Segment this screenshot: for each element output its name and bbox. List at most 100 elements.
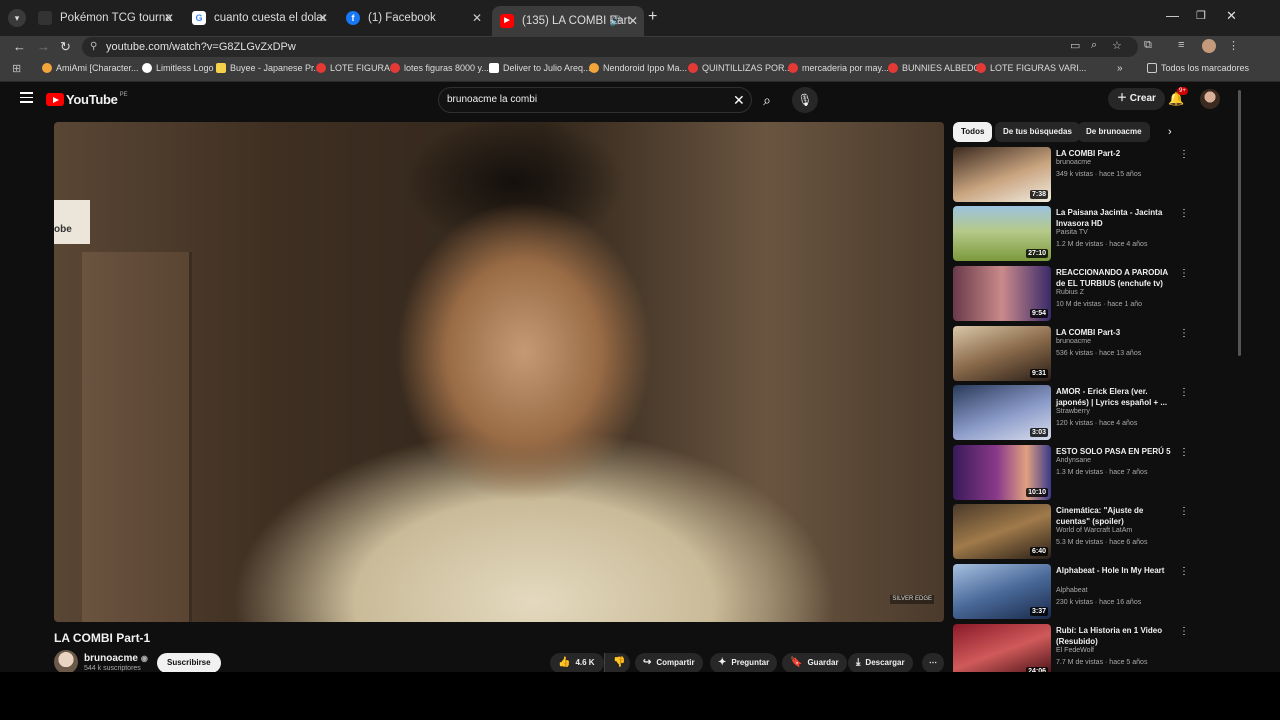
recommendation-channel[interactable]: World of Warcraft LatAm xyxy=(1056,527,1132,534)
recommendation-channel[interactable]: brunoacme xyxy=(1056,338,1091,345)
recommendation-channel[interactable]: Strawberry xyxy=(1056,408,1090,415)
apps-grid-icon[interactable]: ⊞ xyxy=(12,62,21,75)
bookmark-item[interactable]: LOTE FIGURAS VARI... xyxy=(976,63,1086,73)
restore-icon[interactable]: ❐ xyxy=(1196,9,1206,22)
browser-profile-avatar[interactable] xyxy=(1202,39,1216,53)
recommendation-title[interactable]: ESTO SOLO PASA EN PERÚ 5 xyxy=(1056,446,1176,457)
new-tab-button[interactable]: + xyxy=(648,8,657,26)
bookmark-item[interactable]: QUINTILLIZAS POR... xyxy=(688,63,792,73)
close-window-icon[interactable]: ✕ xyxy=(1226,8,1237,24)
recommendation-channel[interactable]: brunoacme xyxy=(1056,159,1091,166)
tab-search-button[interactable]: ▾ xyxy=(8,9,26,27)
hamburger-menu-icon[interactable] xyxy=(20,92,33,106)
chip-todos[interactable]: Todos xyxy=(953,122,993,142)
all-bookmarks-folder[interactable]: Todos los marcadores xyxy=(1147,63,1249,73)
recommendation-title[interactable]: REACCIONANDO A PARODIA de EL TURBIUS (en… xyxy=(1056,267,1176,289)
site-info-icon[interactable]: ⚲ xyxy=(90,37,97,57)
recommendation-channel[interactable]: Paisita TV xyxy=(1056,229,1088,236)
reload-icon[interactable]: ↻ xyxy=(60,39,71,55)
recommendation-item[interactable]: 9:54 REACCIONANDO A PARODIA de EL TURBIUS… xyxy=(953,266,1193,322)
recommendation-item[interactable]: 3:37 Alphabeat - Hole In My Heart Alphabea… xyxy=(953,564,1193,620)
save-button[interactable]: 🔖 Guardar xyxy=(782,653,847,672)
more-bookmarks-icon[interactable]: » xyxy=(1117,63,1123,74)
download-button[interactable]: ⤓ Descargar xyxy=(848,653,913,672)
clear-search-icon[interactable]: ✕ xyxy=(733,92,745,109)
media-controls-icon[interactable]: ≡ xyxy=(1178,39,1184,51)
recommendation-title[interactable]: Alphabeat - Hole In My Heart xyxy=(1056,565,1176,576)
more-vertical-icon[interactable]: ⋮ xyxy=(1179,328,1189,339)
close-tab-icon[interactable]: ✕ xyxy=(628,14,638,28)
tab-pokemon[interactable]: Pokémon TCG tournament resu ✕ xyxy=(30,6,180,30)
recommendation-title[interactable]: LA COMBI Part-3 xyxy=(1056,327,1176,338)
video-thumbnail[interactable]: 7:38 xyxy=(953,147,1051,202)
bookmark-item[interactable]: lotes figuras 8000 y... xyxy=(390,63,489,73)
search-button[interactable]: ⌕ xyxy=(754,87,780,113)
more-vertical-icon[interactable]: ⋮ xyxy=(1179,506,1189,517)
tab-youtube-active[interactable]: ▶ (135) LA COMBI Part-1 - Yo 🔊 ✕ xyxy=(492,6,644,36)
close-tab-icon[interactable]: ✕ xyxy=(472,11,482,25)
recommendation-channel[interactable]: Rubius Z xyxy=(1056,289,1084,296)
chevron-right-icon[interactable]: › xyxy=(1168,126,1172,138)
bookmark-item[interactable]: Buyee - Japanese Pr... xyxy=(216,63,321,73)
more-vertical-icon[interactable]: ⋮ xyxy=(1179,447,1189,458)
address-bar[interactable]: ⚲ youtube.com/watch?v=G8ZLGvZxDPw xyxy=(82,37,1138,57)
dislike-button[interactable]: 👎 xyxy=(604,653,630,672)
share-button[interactable]: ↪ Compartir xyxy=(635,653,703,672)
recommendation-title[interactable]: La Paisana Jacinta - Jacinta Invasora HD xyxy=(1056,207,1176,229)
page-scrollbar[interactable] xyxy=(1238,90,1241,356)
chip-de-tus-busquedas[interactable]: De tus búsquedas xyxy=(995,122,1080,142)
more-vertical-icon[interactable]: ⋮ xyxy=(1179,566,1189,577)
account-avatar[interactable] xyxy=(1200,89,1220,109)
recommendation-title[interactable]: LA COMBI Part-2 xyxy=(1056,148,1176,159)
recommendation-channel[interactable]: Alphabeat xyxy=(1056,587,1088,594)
cast-icon[interactable]: ▭ xyxy=(1070,39,1080,52)
recommendation-item[interactable]: 10:10 ESTO SOLO PASA EN PERÚ 5 Andynsane 1.… xyxy=(953,445,1193,501)
close-tab-icon[interactable]: ✕ xyxy=(164,11,174,25)
more-vertical-icon[interactable]: ⋮ xyxy=(1179,208,1189,219)
bookmark-item[interactable]: LOTE FIGURAS xyxy=(316,63,396,73)
video-thumbnail[interactable]: 9:31 xyxy=(953,326,1051,381)
chip-de-brunoacme[interactable]: De brunoacme xyxy=(1078,122,1150,142)
recommendation-title[interactable]: AMOR - Erick Elera (ver. japonés) | Lyri… xyxy=(1056,386,1176,408)
bookmark-item[interactable]: Nendoroid Ippo Ma... xyxy=(589,63,687,73)
video-thumbnail[interactable]: 9:54 xyxy=(953,266,1051,321)
bookmark-item[interactable]: Deliver to Julio Areq... xyxy=(489,63,591,73)
channel-avatar[interactable] xyxy=(54,650,78,672)
recommendation-item[interactable]: 9:31 LA COMBI Part-3 brunoacme 536 k vistas… xyxy=(953,326,1193,382)
video-player[interactable]: obe SILVER EDGE xyxy=(54,122,944,622)
recommendation-title[interactable]: Cinemática: "Ajuste de cuentas" (spoiler… xyxy=(1056,505,1176,527)
close-tab-icon[interactable]: ✕ xyxy=(318,11,328,25)
channel-name[interactable]: brunoacme ◉ xyxy=(84,653,148,664)
bookmark-item[interactable]: Limitless Logo xyxy=(142,63,214,73)
more-vertical-icon[interactable]: ⋮ xyxy=(1179,149,1189,160)
tab-dolar[interactable]: G cuanto cuesta el dolar hoy - Bu ✕ xyxy=(184,6,334,30)
like-button[interactable]: 👍 4.6 K xyxy=(550,653,604,672)
recommendation-item[interactable]: 3:03 AMOR - Erick Elera (ver. japonés) | … xyxy=(953,385,1193,441)
recommendation-title[interactable]: Rubí: La Historia en 1 Video (Resubido) xyxy=(1056,625,1176,647)
search-input[interactable] xyxy=(447,94,727,105)
recommendation-channel[interactable]: El FedeWolf xyxy=(1056,647,1094,654)
notifications-button[interactable]: 🔔 9+ xyxy=(1168,87,1188,107)
youtube-logo[interactable]: YouTube PE xyxy=(46,92,128,107)
bookmark-item[interactable]: BUNNIES ALBEDO xyxy=(888,63,981,73)
video-thumbnail[interactable]: 27:10 xyxy=(953,206,1051,261)
recommendation-item[interactable]: 7:38 LA COMBI Part-2 brunoacme 349 k vistas… xyxy=(953,147,1193,203)
recommendation-channel[interactable]: Andynsane xyxy=(1056,457,1091,464)
subscribe-button[interactable]: Suscribirse xyxy=(157,653,221,672)
back-arrow-icon[interactable]: ← xyxy=(13,39,26,54)
recommendation-item[interactable]: 24:06 Rubí: La Historia en 1 Video (Resub… xyxy=(953,624,1193,672)
voice-search-button[interactable]: 🎙 xyxy=(792,87,818,113)
browser-menu-icon[interactable]: ⋮ xyxy=(1228,39,1239,52)
create-button[interactable]: ＋ Crear xyxy=(1108,88,1165,110)
bookmark-star-icon[interactable]: ☆ xyxy=(1112,39,1122,52)
minimize-icon[interactable]: — xyxy=(1166,8,1179,23)
zoom-icon[interactable]: ⌕ xyxy=(1091,39,1097,52)
bookmark-item[interactable]: mercaderia por may... xyxy=(788,63,889,73)
ask-button[interactable]: ✦ Preguntar xyxy=(710,653,778,672)
recommendation-item[interactable]: 6:40 Cinemática: "Ajuste de cuentas" (spo… xyxy=(953,504,1193,560)
more-vertical-icon[interactable]: ⋮ xyxy=(1179,387,1189,398)
more-vertical-icon[interactable]: ⋮ xyxy=(1179,626,1189,637)
forward-arrow-icon[interactable]: → xyxy=(37,39,50,54)
extensions-icon[interactable]: ⧉ xyxy=(1144,39,1152,52)
video-thumbnail[interactable]: 24:06 xyxy=(953,624,1051,672)
